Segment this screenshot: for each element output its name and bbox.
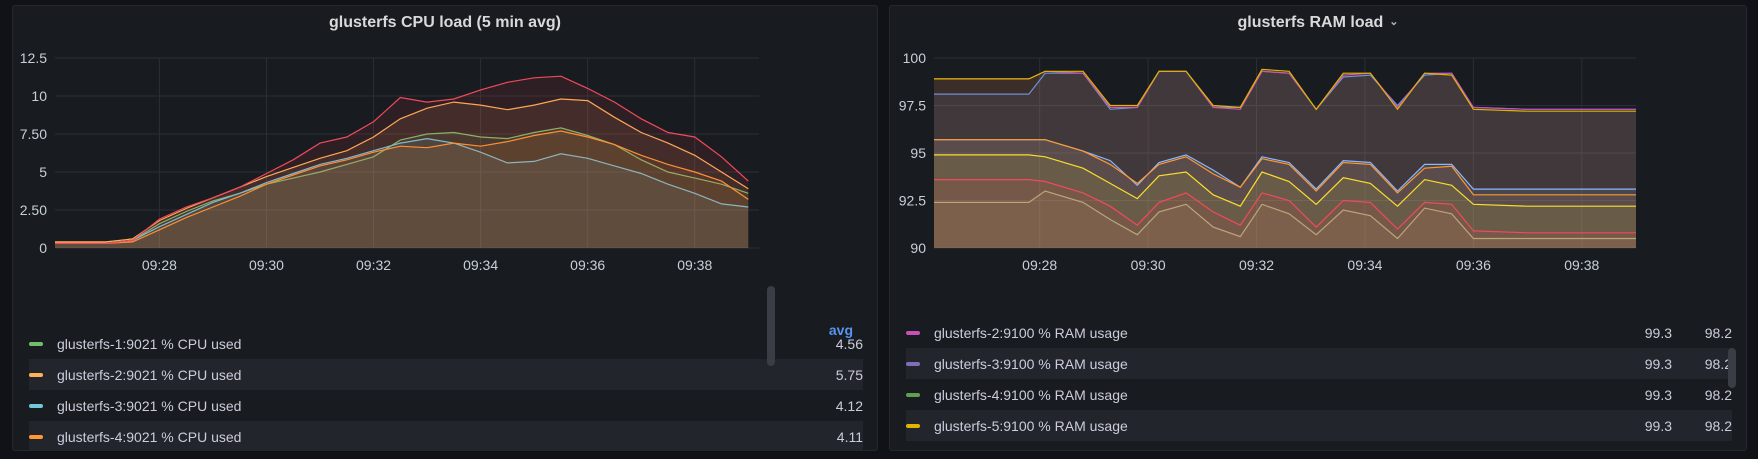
legend-item[interactable]: glusterfs-3:9100 % RAM usage 99.3 98.2 <box>906 348 1732 379</box>
legend-color-swatch[interactable] <box>29 434 43 439</box>
legend-scrollbar[interactable] <box>1728 348 1736 388</box>
cpu-legend: glusterfs-1:9021 % CPU used 4.56 glusterfs… <box>29 328 863 450</box>
y-tick-label: 0 <box>39 240 47 256</box>
y-tick-label: 95 <box>910 145 926 161</box>
legend-value-value: 4.12 <box>835 397 863 414</box>
x-tick-label: 09:32 <box>356 257 391 273</box>
y-tick-label: 2.50 <box>20 202 47 218</box>
legend-color-swatch[interactable] <box>906 392 920 397</box>
legend-item[interactable]: glusterfs-3:9021 % CPU used 4.12 <box>29 390 863 421</box>
y-tick-label: 100 <box>903 50 927 66</box>
legend-color-swatch[interactable] <box>29 403 43 408</box>
legend-label[interactable]: glusterfs-5:9100 % RAM usage <box>934 418 1612 434</box>
legend-color-swatch[interactable] <box>29 372 43 377</box>
x-tick-label: 09:28 <box>1022 257 1057 273</box>
legend-value-avg: 98.2 <box>1704 355 1732 372</box>
legend-color-swatch[interactable] <box>906 330 920 335</box>
legend-item[interactable]: glusterfs-1:9021 % CPU used 4.56 <box>29 328 863 359</box>
legend-item[interactable]: glusterfs-2:9100 % RAM usage 99.3 98.2 <box>906 317 1732 348</box>
legend-item[interactable]: glusterfs-4:9100 % RAM usage 99.3 98.2 <box>906 379 1732 410</box>
legend-label[interactable]: glusterfs-3:9021 % CPU used <box>57 398 803 414</box>
y-tick-label: 97.5 <box>899 98 926 114</box>
cpu-panel: glusterfs CPU load (5 min avg) 0 2.50 5 7.5… <box>12 5 878 451</box>
x-tick-label: 09:32 <box>1239 257 1274 273</box>
legend-color-swatch[interactable] <box>906 361 920 366</box>
legend-value-avg: 98.2 <box>1704 324 1732 341</box>
legend-item[interactable]: glusterfs-4:9021 % CPU used 4.11 <box>29 421 863 450</box>
ram-panel: glusterfs RAM load ⌄ 90 92.5 95 97.5 100 09:28… <box>889 5 1747 451</box>
legend-value-max: 99.3 <box>1644 417 1672 434</box>
legend-scrollbar[interactable] <box>767 286 775 366</box>
x-tick-label: 09:36 <box>1456 257 1491 273</box>
legend-label[interactable]: glusterfs-2:9100 % RAM usage <box>934 325 1612 341</box>
x-tick-label: 09:34 <box>1347 257 1382 273</box>
y-tick-label: 5 <box>39 164 47 180</box>
y-tick-label: 7.50 <box>20 126 47 142</box>
legend-value-avg: 98.2 <box>1704 417 1732 434</box>
x-tick-label: 09:36 <box>570 257 605 273</box>
x-tick-label: 09:38 <box>1564 257 1599 273</box>
x-tick-label: 09:34 <box>463 257 498 273</box>
legend-color-swatch[interactable] <box>29 341 43 346</box>
x-tick-label: 09:30 <box>1131 257 1166 273</box>
y-tick-label: 12.5 <box>20 50 47 66</box>
legend-item[interactable]: glusterfs-2:9021 % CPU used 5.75 <box>29 359 863 390</box>
legend-color-swatch[interactable] <box>906 423 920 428</box>
legend-item[interactable]: glusterfs-5:9100 % RAM usage 99.3 98.2 <box>906 410 1732 441</box>
legend-value-value: 4.56 <box>835 335 863 352</box>
legend-value-value: 4.11 <box>836 428 863 445</box>
x-tick-label: 09:30 <box>249 257 284 273</box>
legend-value-max: 99.3 <box>1644 386 1672 403</box>
legend-label[interactable]: glusterfs-4:9100 % RAM usage <box>934 387 1612 403</box>
legend-value-avg: 98.2 <box>1704 386 1732 403</box>
x-tick-label: 09:38 <box>677 257 712 273</box>
legend-label[interactable]: glusterfs-4:9021 % CPU used <box>57 429 803 445</box>
cpu-chart: 0 2.50 5 7.50 10 12.5 09:28 09:30 09:32 09:34 09:3… <box>20 50 759 273</box>
legend-label[interactable]: glusterfs-2:9021 % CPU used <box>57 367 803 383</box>
ram-chart: 90 92.5 95 97.5 100 09:28 09:30 09:32 09:34 09:36… <box>899 50 1636 273</box>
y-tick-label: 10 <box>31 88 47 104</box>
legend-label[interactable]: glusterfs-3:9100 % RAM usage <box>934 356 1612 372</box>
legend-value-max: 99.3 <box>1644 324 1672 341</box>
legend-label[interactable]: glusterfs-1:9021 % CPU used <box>57 336 803 352</box>
legend-value-max: 99.3 <box>1644 355 1672 372</box>
x-tick-label: 09:28 <box>142 257 177 273</box>
ram-legend: glusterfs-2:9100 % RAM usage 99.3 98.2 glus… <box>906 317 1732 450</box>
y-tick-label: 90 <box>910 240 926 256</box>
legend-value-value: 5.75 <box>835 366 863 383</box>
y-tick-label: 92.5 <box>899 193 926 209</box>
